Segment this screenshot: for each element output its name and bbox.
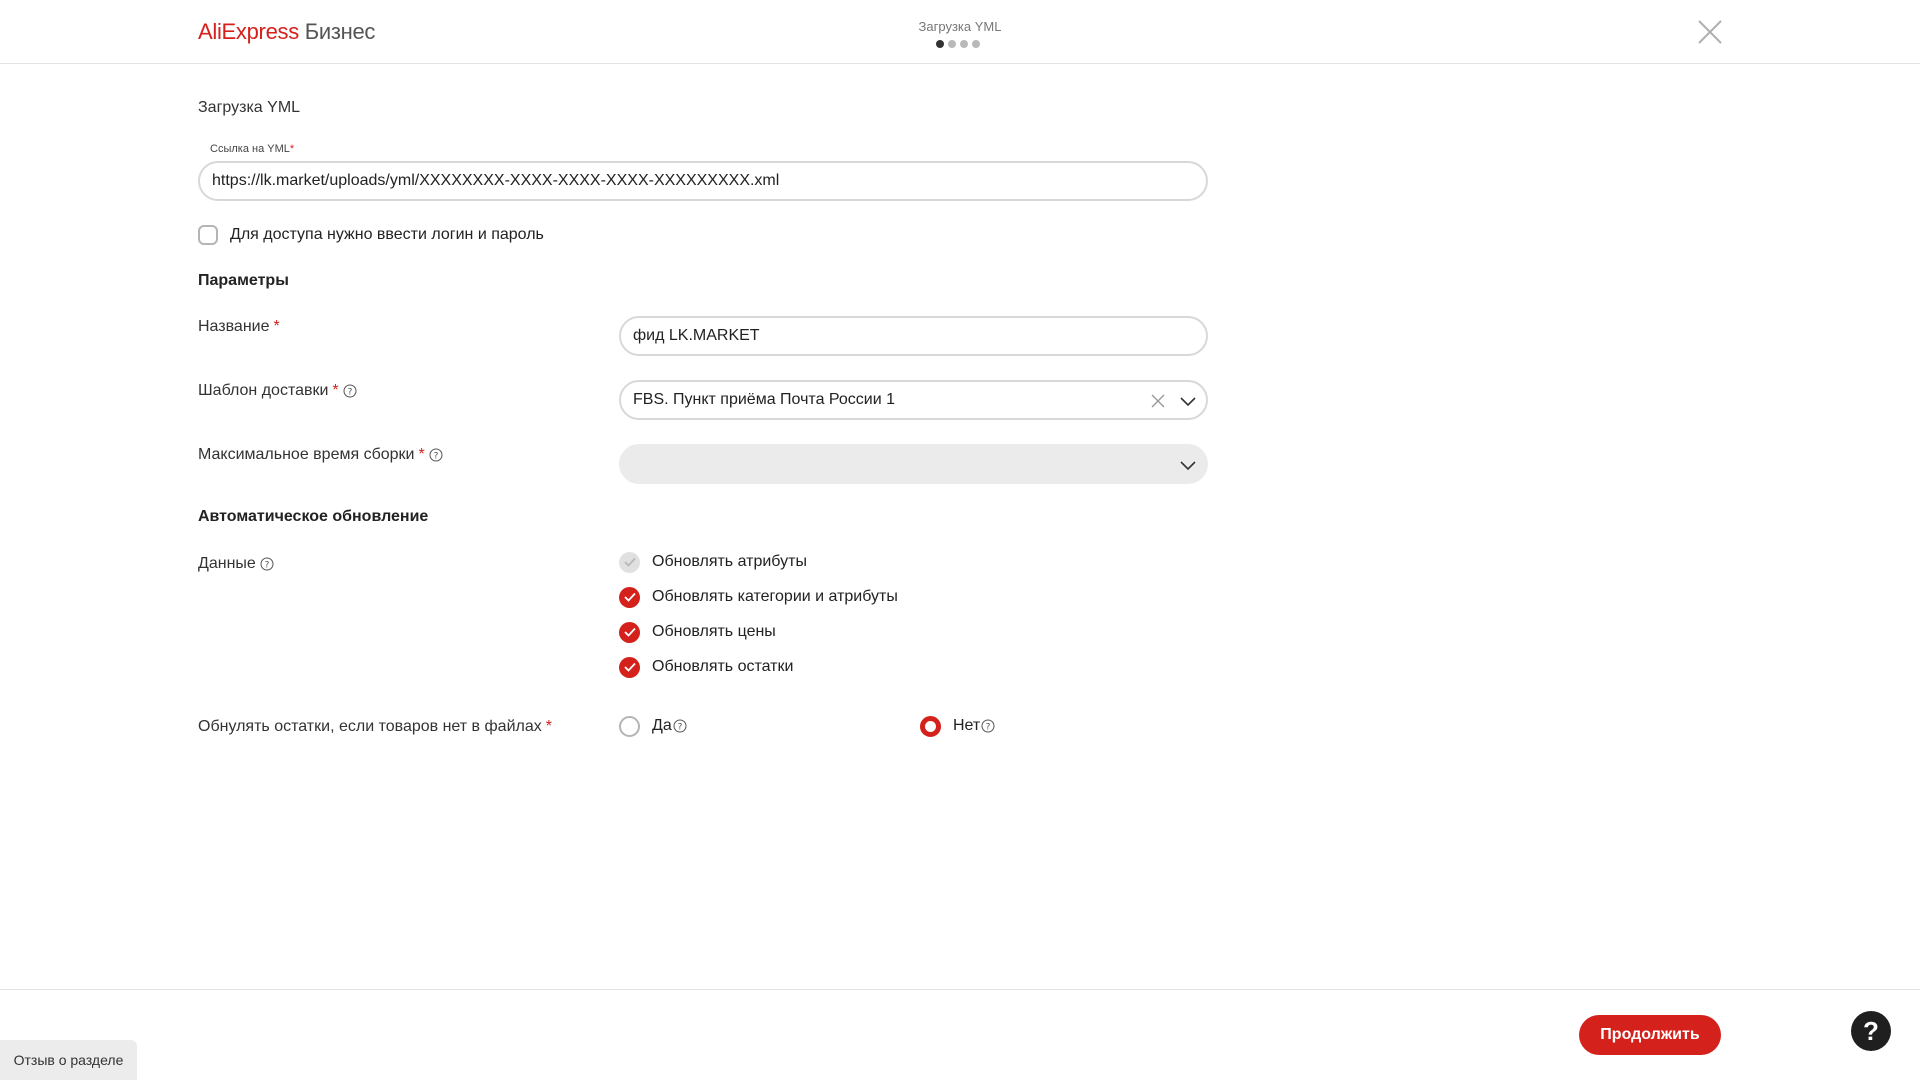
checkbox-checked (619, 621, 640, 643)
help-icon[interactable]: ? (260, 557, 274, 571)
auth-checkbox[interactable] (198, 225, 218, 245)
step-dot-3 (960, 40, 968, 48)
help-icon[interactable]: ? (343, 384, 357, 398)
svg-text:?: ? (264, 561, 269, 571)
check-icon (623, 592, 636, 602)
yml-url-input[interactable] (198, 161, 1208, 201)
assembly-select[interactable] (619, 444, 1208, 484)
radio-button-selected (920, 715, 941, 737)
data-label: Данные ? (198, 555, 274, 573)
check-icon (623, 627, 636, 637)
step-dot-4 (972, 40, 980, 48)
svg-text:?: ? (986, 723, 991, 733)
radio-no-label: Нет (953, 717, 981, 734)
clear-icon[interactable] (1150, 393, 1166, 409)
continue-button[interactable]: Продолжить (1579, 1015, 1721, 1055)
logo-brand: AliExpress (198, 19, 299, 44)
svg-text:?: ? (677, 723, 682, 733)
close-icon[interactable] (1697, 19, 1723, 45)
chevron-down-icon (1180, 461, 1196, 471)
radio-no[interactable]: Нет ? (920, 715, 995, 737)
delivery-select-value: FBS. Пункт приёма Почта России 1 (633, 391, 895, 408)
help-icon[interactable]: ? (981, 719, 995, 733)
radio-button (619, 715, 640, 737)
feedback-button[interactable]: Отзыв о разделе (0, 1040, 137, 1080)
option-label: Обновлять остатки (652, 658, 794, 675)
check-icon (623, 662, 636, 672)
help-icon[interactable]: ? (673, 719, 687, 733)
option-update-attributes[interactable]: Обновлять атрибуты (619, 551, 807, 573)
radio-yes-label: Да (652, 717, 672, 734)
chevron-down-icon (1180, 397, 1196, 407)
option-update-stock[interactable]: Обновлять остатки (619, 656, 793, 678)
help-button[interactable]: ? (1851, 1011, 1891, 1051)
auth-checkbox-label: Для доступа нужно ввести логин и пароль (230, 226, 544, 243)
step-dot-1 (936, 40, 944, 48)
step-dot-2 (948, 40, 956, 48)
checkbox-checked (619, 586, 640, 608)
logo-sub: Бизнес (304, 19, 376, 44)
yml-section-title: Загрузка YML (198, 99, 301, 116)
yml-url-label: Ссылка на YML* (210, 143, 295, 155)
radio-yes[interactable]: Да ? (619, 715, 687, 737)
logo: AliExpress Бизнес (198, 19, 375, 45)
delivery-select[interactable]: FBS. Пункт приёма Почта России 1 (619, 380, 1208, 420)
checkbox-checked (619, 656, 640, 678)
checkbox-disabled (619, 551, 640, 573)
delivery-label: Шаблон доставки * ? (198, 382, 357, 400)
name-input[interactable] (619, 316, 1208, 356)
params-section-title: Параметры (198, 272, 289, 289)
top-bar: AliExpress Бизнес Загрузка YML (0, 0, 1920, 64)
check-icon (623, 557, 636, 567)
step-title: Загрузка YML (918, 19, 1002, 34)
option-label: Обновлять цены (652, 623, 776, 640)
option-label: Обновлять категории и атрибуты (652, 588, 898, 605)
svg-text:?: ? (433, 452, 438, 462)
option-update-prices[interactable]: Обновлять цены (619, 621, 776, 643)
step-indicator (936, 40, 984, 48)
option-update-categories[interactable]: Обновлять категории и атрибуты (619, 586, 898, 608)
reset-stock-label: Обнулять остатки, если товаров нет в фай… (198, 718, 552, 735)
svg-text:?: ? (347, 388, 352, 398)
help-icon[interactable]: ? (429, 448, 443, 462)
name-label: Название * (198, 318, 280, 335)
auto-update-section-title: Автоматическое обновление (198, 508, 429, 525)
option-label: Обновлять атрибуты (652, 553, 807, 570)
assembly-label: Максимальное время сборки * ? (198, 446, 443, 464)
